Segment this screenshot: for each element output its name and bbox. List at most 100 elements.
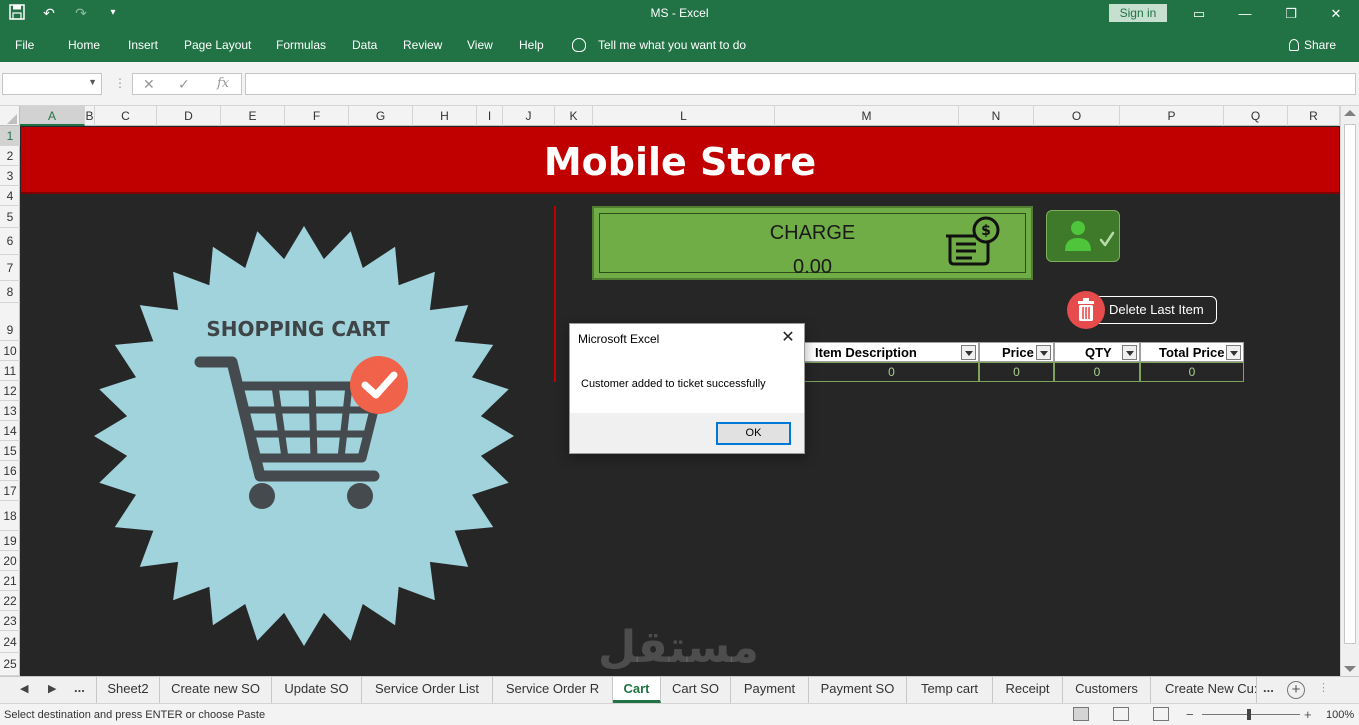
select-all-button[interactable] bbox=[0, 106, 20, 126]
row-header-18[interactable]: 18 bbox=[0, 501, 20, 531]
row-header-17[interactable]: 17 bbox=[0, 481, 20, 501]
tab-data[interactable]: Data bbox=[352, 38, 377, 52]
minimize-button[interactable]: — bbox=[1222, 2, 1268, 26]
row-header-4[interactable]: 4 bbox=[0, 186, 20, 206]
row-header-13[interactable]: 13 bbox=[0, 401, 20, 421]
tab-home[interactable]: Home bbox=[68, 38, 100, 52]
share-button[interactable]: Share bbox=[1289, 38, 1336, 52]
ok-button[interactable]: OK bbox=[716, 422, 791, 445]
restore-button[interactable]: ❐ bbox=[1268, 2, 1314, 26]
previous-sheet-icon[interactable]: ◀ bbox=[20, 682, 28, 695]
table-header-total-price[interactable]: Total Price bbox=[1140, 342, 1244, 362]
row-header-10[interactable]: 10 bbox=[0, 341, 20, 361]
row-header-23[interactable]: 23 bbox=[0, 611, 20, 631]
tab-page-layout[interactable]: Page Layout bbox=[184, 38, 251, 52]
column-header-f[interactable]: F bbox=[285, 106, 349, 126]
row-header-15[interactable]: 15 bbox=[0, 441, 20, 461]
sheet-tab-cart[interactable]: Cart bbox=[613, 677, 661, 703]
column-header-a[interactable]: A bbox=[20, 106, 85, 126]
tab-formulas[interactable]: Formulas bbox=[276, 38, 326, 52]
close-window-button[interactable]: ✕ bbox=[1313, 2, 1359, 26]
ribbon-display-options-icon[interactable]: ▭ bbox=[1176, 2, 1222, 26]
tab-help[interactable]: Help bbox=[519, 38, 544, 52]
sheet-tab-receipt[interactable]: Receipt bbox=[993, 677, 1063, 703]
table-cell-item-description[interactable]: 0 bbox=[804, 362, 979, 382]
row-header-8[interactable]: 8 bbox=[0, 281, 20, 303]
filter-dropdown-icon[interactable] bbox=[961, 345, 976, 360]
sheet-tab-payment-so[interactable]: Payment SO bbox=[809, 677, 907, 703]
zoom-slider-thumb[interactable] bbox=[1247, 709, 1251, 720]
row-header-25[interactable]: 25 bbox=[0, 653, 20, 676]
row-header-7[interactable]: 7 bbox=[0, 255, 20, 281]
cancel-entry-icon[interactable]: ✕ bbox=[143, 76, 155, 93]
row-header-21[interactable]: 21 bbox=[0, 571, 20, 591]
charge-panel[interactable]: CHARGE 0.00 $ bbox=[592, 206, 1033, 280]
more-sheets-right[interactable]: ... bbox=[1263, 680, 1274, 695]
tell-me-search[interactable]: Tell me what you want to do bbox=[572, 38, 746, 52]
insert-function-icon[interactable]: fx bbox=[217, 76, 229, 91]
column-header-m[interactable]: M bbox=[775, 106, 959, 126]
column-header-e[interactable]: E bbox=[221, 106, 285, 126]
filter-dropdown-icon[interactable] bbox=[1226, 345, 1241, 360]
column-header-j[interactable]: J bbox=[503, 106, 555, 126]
sheet-tab-create-new-so[interactable]: Create new SO bbox=[160, 677, 272, 703]
table-header-qty[interactable]: QTY bbox=[1054, 342, 1140, 362]
sheet-tab-temp-cart[interactable]: Temp cart bbox=[907, 677, 993, 703]
tab-insert[interactable]: Insert bbox=[128, 38, 158, 52]
zoom-out-icon[interactable]: − bbox=[1186, 707, 1194, 722]
next-sheet-icon[interactable]: ▶ bbox=[48, 682, 56, 695]
add-sheet-icon[interactable]: + bbox=[1287, 681, 1305, 699]
page-break-preview-icon[interactable] bbox=[1153, 707, 1169, 721]
sheet-tab-payment[interactable]: Payment bbox=[731, 677, 809, 703]
row-header-9[interactable]: 9 bbox=[0, 303, 20, 341]
column-header-h[interactable]: H bbox=[413, 106, 477, 126]
chevron-down-icon[interactable]: ▼ bbox=[88, 77, 97, 87]
column-header-o[interactable]: O bbox=[1034, 106, 1120, 126]
row-header-6[interactable]: 6 bbox=[0, 228, 20, 255]
tab-view[interactable]: View bbox=[467, 38, 493, 52]
column-header-q[interactable]: Q bbox=[1224, 106, 1288, 126]
sheet-tab-update-so[interactable]: Update SO bbox=[272, 677, 362, 703]
sheet-tab-cart-so[interactable]: Cart SO bbox=[661, 677, 731, 703]
column-header-b[interactable]: B bbox=[85, 106, 95, 126]
column-header-p[interactable]: P bbox=[1120, 106, 1224, 126]
filter-dropdown-icon[interactable] bbox=[1036, 345, 1051, 360]
row-header-19[interactable]: 19 bbox=[0, 531, 20, 551]
table-header-price[interactable]: Price bbox=[979, 342, 1054, 362]
row-header-16[interactable]: 16 bbox=[0, 461, 20, 481]
sheet-tab-service-order-r[interactable]: Service Order R bbox=[493, 677, 613, 703]
formula-input[interactable] bbox=[245, 73, 1356, 95]
zoom-level[interactable]: 100% bbox=[1326, 709, 1354, 721]
row-header-12[interactable]: 12 bbox=[0, 381, 20, 401]
row-header-24[interactable]: 24 bbox=[0, 631, 20, 653]
scroll-down-icon[interactable] bbox=[1344, 666, 1356, 672]
more-sheets-left[interactable]: ... bbox=[74, 680, 85, 695]
sheet-tab-service-order-list[interactable]: Service Order List bbox=[362, 677, 493, 703]
tab-review[interactable]: Review bbox=[403, 38, 442, 52]
zoom-slider[interactable] bbox=[1202, 714, 1300, 715]
table-header-item-description[interactable]: Item Description bbox=[804, 342, 979, 362]
add-customer-button[interactable] bbox=[1046, 210, 1120, 262]
normal-view-icon[interactable] bbox=[1073, 707, 1089, 721]
table-cell-total-price[interactable]: 0 bbox=[1140, 362, 1244, 382]
zoom-in-icon[interactable]: + bbox=[1304, 707, 1312, 722]
row-header-3[interactable]: 3 bbox=[0, 166, 20, 186]
column-header-l[interactable]: L bbox=[593, 106, 775, 126]
page-layout-view-icon[interactable] bbox=[1113, 707, 1129, 721]
row-header-5[interactable]: 5 bbox=[0, 206, 20, 228]
row-header-14[interactable]: 14 bbox=[0, 421, 20, 441]
tab-splitter-icon[interactable]: ⋮ bbox=[1318, 681, 1329, 694]
delete-last-item-button[interactable]: Delete Last Item bbox=[1067, 291, 1217, 329]
row-header-20[interactable]: 20 bbox=[0, 551, 20, 571]
row-header-11[interactable]: 11 bbox=[0, 361, 20, 381]
table-cell-qty[interactable]: 0 bbox=[1054, 362, 1140, 382]
column-header-k[interactable]: K bbox=[555, 106, 593, 126]
sheet-tab-customers[interactable]: Customers bbox=[1063, 677, 1151, 703]
row-header-1[interactable]: 1 bbox=[0, 126, 20, 146]
scroll-thumb[interactable] bbox=[1344, 124, 1356, 644]
filter-dropdown-icon[interactable] bbox=[1122, 345, 1137, 360]
vertical-scrollbar[interactable] bbox=[1340, 106, 1359, 676]
name-box[interactable]: ▼ bbox=[2, 73, 102, 95]
confirm-entry-icon[interactable]: ✓ bbox=[178, 76, 190, 93]
dialog-close-icon[interactable]: ✕ bbox=[778, 328, 798, 348]
